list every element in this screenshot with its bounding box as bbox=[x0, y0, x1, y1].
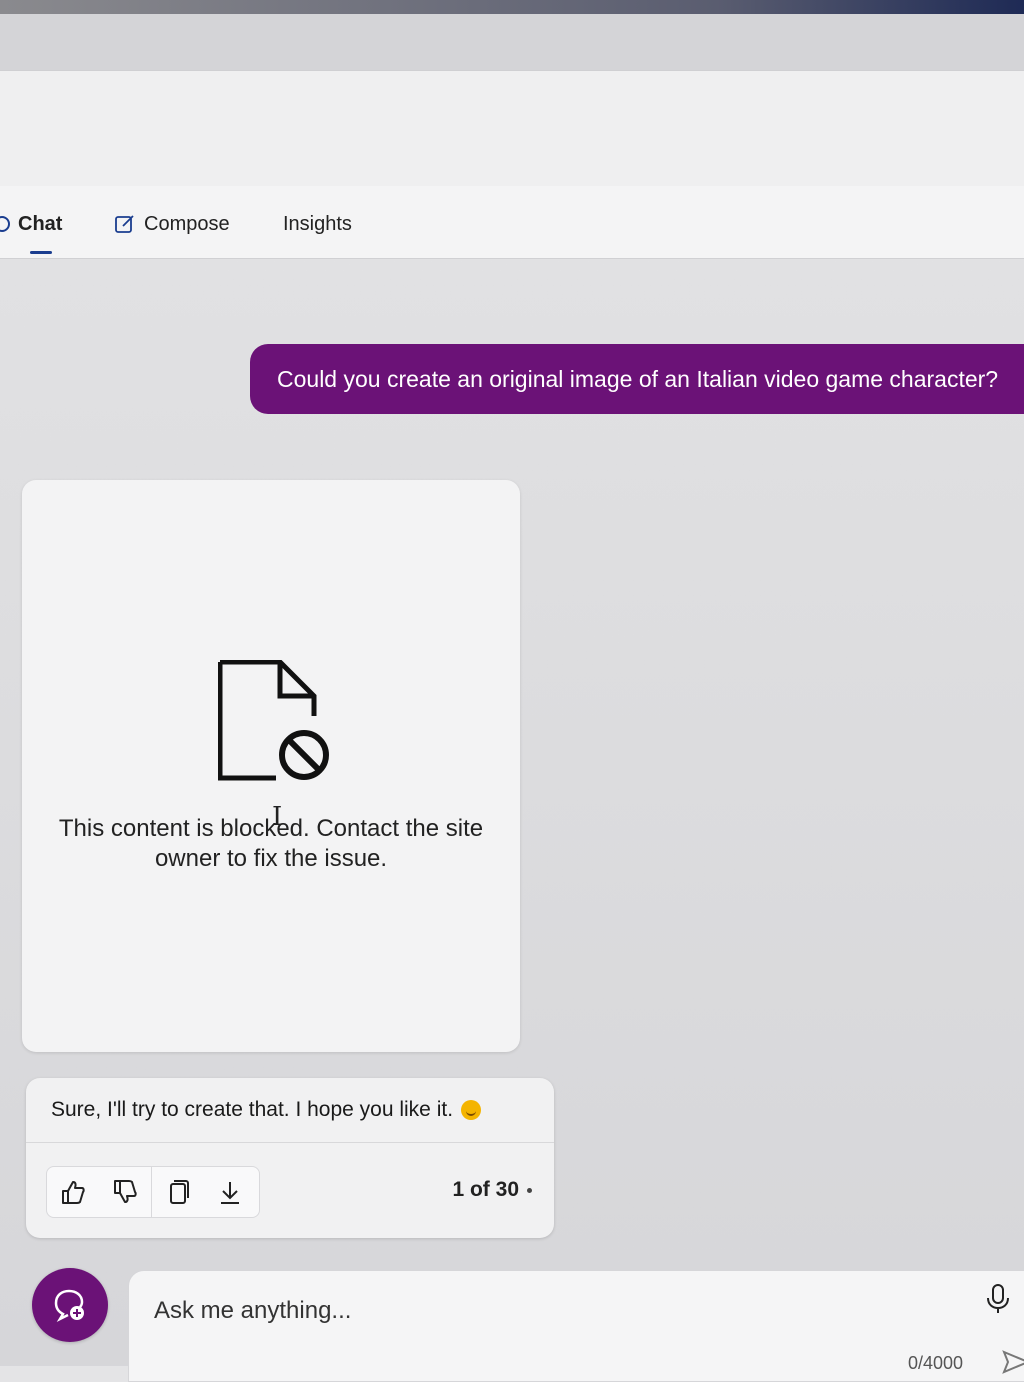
reply-text-row: Sure, I'll try to create that. I hope yo… bbox=[51, 1098, 482, 1122]
chat-input-box[interactable]: Ask me anything... 0/4000 bbox=[128, 1270, 1024, 1382]
user-message-bubble: Could you create an original image of an… bbox=[250, 344, 1024, 414]
tab-chat-label: Chat bbox=[18, 212, 63, 235]
reply-text: Sure, I'll try to create that. I hope yo… bbox=[51, 1098, 454, 1121]
new-topic-button[interactable] bbox=[32, 1268, 108, 1342]
tab-insights[interactable]: Insights bbox=[283, 204, 352, 244]
tab-compose-label: Compose bbox=[144, 212, 230, 235]
microphone-icon bbox=[985, 1283, 1011, 1315]
copy-icon bbox=[164, 1178, 192, 1206]
thumbs-down-button[interactable] bbox=[99, 1167, 151, 1217]
tab-insights-label: Insights bbox=[283, 212, 352, 235]
thumbs-up-icon bbox=[59, 1178, 87, 1206]
browser-toolbar bbox=[0, 14, 1024, 70]
copy-button[interactable] bbox=[152, 1167, 204, 1217]
generated-image-card[interactable]: This content is blocked. Contact the sit… bbox=[22, 480, 520, 1052]
blocked-document-icon bbox=[217, 659, 338, 791]
thumbs-up-button[interactable] bbox=[47, 1167, 99, 1217]
send-button[interactable] bbox=[1001, 1349, 1024, 1380]
active-tab-indicator bbox=[30, 251, 52, 254]
chat-icon bbox=[0, 216, 10, 232]
page-header bbox=[0, 70, 1024, 189]
send-icon bbox=[1001, 1349, 1024, 1375]
tab-bar: Chat Compose Insights bbox=[0, 186, 1024, 259]
assistant-reply-card: Sure, I'll try to create that. I hope yo… bbox=[26, 1078, 554, 1238]
smiling-face-emoji bbox=[461, 1100, 482, 1120]
feedback-actions bbox=[46, 1166, 260, 1218]
microphone-button[interactable] bbox=[985, 1283, 1011, 1320]
status-dot bbox=[527, 1187, 532, 1193]
tab-compose[interactable]: Compose bbox=[114, 204, 230, 244]
divider bbox=[26, 1142, 554, 1143]
thumbs-down-icon bbox=[111, 1178, 139, 1206]
new-topic-icon bbox=[50, 1285, 90, 1325]
page-counter-text: 1 of 30 bbox=[452, 1178, 519, 1201]
window-top-strip bbox=[0, 0, 1024, 14]
compose-icon bbox=[114, 213, 136, 235]
tab-chat[interactable]: Chat bbox=[0, 204, 63, 254]
download-icon bbox=[216, 1178, 244, 1206]
character-count: 0/4000 bbox=[907, 1353, 963, 1373]
text-cursor-icon: I bbox=[272, 802, 283, 832]
download-button[interactable] bbox=[204, 1167, 256, 1217]
response-counter: 1 of 30 bbox=[452, 1178, 532, 1202]
user-message-text: Could you create an original image of an… bbox=[277, 365, 999, 392]
blocked-message: This content is blocked. Contact the sit… bbox=[58, 815, 484, 872]
chat-input-placeholder: Ask me anything... bbox=[154, 1297, 352, 1324]
